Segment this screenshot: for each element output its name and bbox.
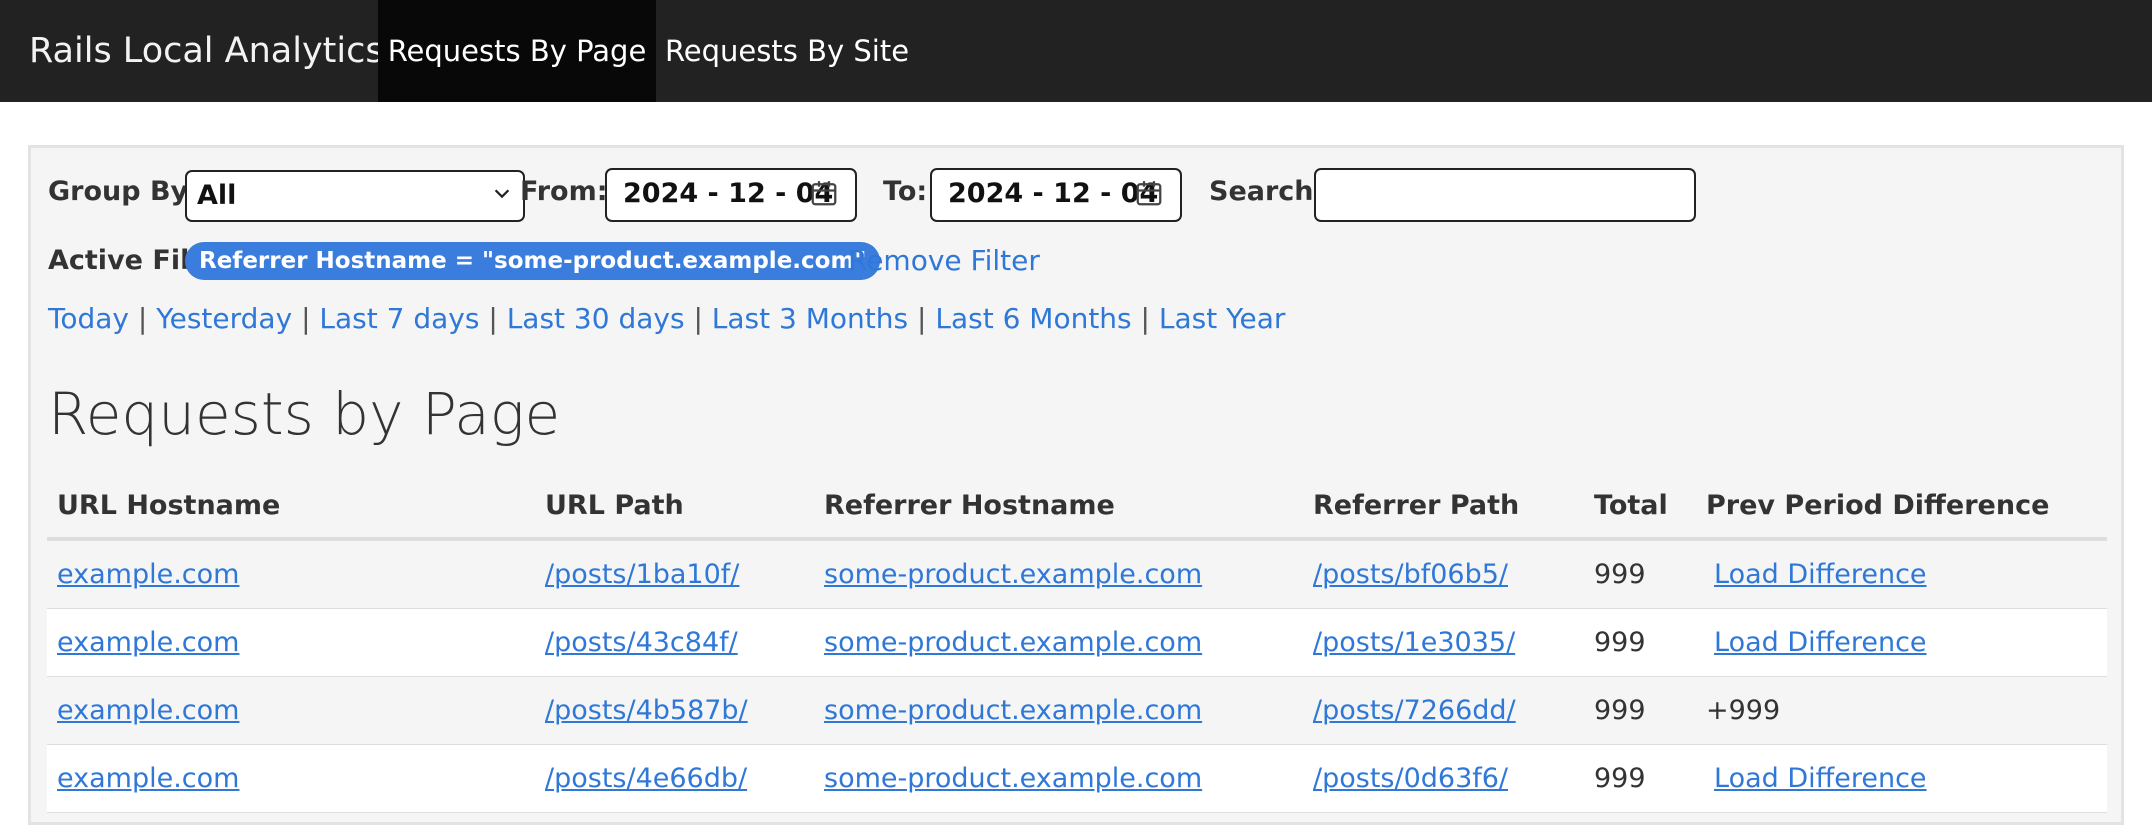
group-by-value: All xyxy=(197,180,237,211)
search-label: Search: xyxy=(1209,176,1325,207)
load-difference-link[interactable]: Load Difference xyxy=(1706,627,1927,658)
column-header: Referrer Path xyxy=(1303,473,1584,541)
range-today[interactable]: Today xyxy=(48,302,129,335)
separator: | xyxy=(917,302,927,335)
range-last-7-days[interactable]: Last 7 days xyxy=(319,302,479,335)
column-header: URL Path xyxy=(535,473,814,541)
brand-link[interactable]: Rails Local Analytics xyxy=(29,0,384,102)
url-path-link[interactable]: /posts/4b587b/ xyxy=(545,695,748,726)
load-difference-link[interactable]: Load Difference xyxy=(1706,763,1927,794)
referrer-hostname-link[interactable]: some-product.example.com xyxy=(824,627,1202,658)
search-input[interactable] xyxy=(1314,168,1696,222)
url-path-link[interactable]: /posts/4e66db/ xyxy=(545,763,747,794)
separator: | xyxy=(693,302,703,335)
remove-filter-link[interactable]: Remove Filter xyxy=(848,244,1040,277)
range-last-3-months[interactable]: Last 3 Months xyxy=(712,302,908,335)
from-date-value: 2024 - 12 - 04 xyxy=(623,178,834,209)
to-date-value: 2024 - 12 - 04 xyxy=(948,178,1159,209)
table-row: example.com /posts/4e66db/ some-product.… xyxy=(47,744,2107,813)
separator: | xyxy=(301,302,311,335)
from-label: From: xyxy=(520,176,608,207)
group-by-select[interactable]: All xyxy=(185,170,525,222)
referrer-path-link[interactable]: /posts/0d63f6/ xyxy=(1313,763,1508,794)
table-header-row: URL Hostname URL Path Referrer Hostname … xyxy=(47,473,2107,541)
difference-value: +999 xyxy=(1696,676,2107,745)
column-header: Total xyxy=(1584,473,1696,541)
range-yesterday[interactable]: Yesterday xyxy=(156,302,292,335)
referrer-path-link[interactable]: /posts/bf06b5/ xyxy=(1313,559,1508,590)
referrer-path-link[interactable]: /posts/1e3035/ xyxy=(1313,627,1515,658)
url-hostname-link[interactable]: example.com xyxy=(57,695,239,726)
url-hostname-link[interactable]: example.com xyxy=(57,627,239,658)
referrer-hostname-link[interactable]: some-product.example.com xyxy=(824,695,1202,726)
to-label: To: xyxy=(883,176,928,207)
group-by-label: Group By: xyxy=(48,176,199,207)
active-filter-badge: Referrer Hostname = "some-product.exampl… xyxy=(185,242,881,280)
to-date-input[interactable]: 2024 - 12 - 04 xyxy=(930,168,1182,222)
total-cell: 999 xyxy=(1584,676,1696,745)
url-path-link[interactable]: /posts/1ba10f/ xyxy=(545,559,739,590)
page-title: Requests by Page xyxy=(48,380,561,448)
quick-range-links: Today | Yesterday | Last 7 days | Last 3… xyxy=(48,302,1285,335)
url-path-link[interactable]: /posts/43c84f/ xyxy=(545,627,738,658)
table-row: example.com /posts/43c84f/ some-product.… xyxy=(47,608,2107,677)
table-row: example.com /posts/4b587b/ some-product.… xyxy=(47,676,2107,745)
calendar-icon[interactable] xyxy=(809,178,839,208)
url-hostname-link[interactable]: example.com xyxy=(57,559,239,590)
calendar-icon[interactable] xyxy=(1134,178,1164,208)
total-cell: 999 xyxy=(1584,744,1696,813)
separator: | xyxy=(1140,302,1150,335)
requests-table: URL Hostname URL Path Referrer Hostname … xyxy=(47,473,2107,813)
referrer-path-link[interactable]: /posts/7266dd/ xyxy=(1313,695,1516,726)
total-cell: 999 xyxy=(1584,539,1696,609)
separator: | xyxy=(488,302,498,335)
nav-requests-by-page[interactable]: Requests By Page xyxy=(378,0,656,102)
range-last-year[interactable]: Last Year xyxy=(1159,302,1286,335)
column-header: Prev Period Difference xyxy=(1696,473,2107,541)
total-cell: 999 xyxy=(1584,608,1696,677)
load-difference-link[interactable]: Load Difference xyxy=(1706,559,1927,590)
referrer-hostname-link[interactable]: some-product.example.com xyxy=(824,559,1202,590)
url-hostname-link[interactable]: example.com xyxy=(57,763,239,794)
table-row: example.com /posts/1ba10f/ some-product.… xyxy=(47,539,2107,609)
column-header: URL Hostname xyxy=(47,473,535,541)
range-last-30-days[interactable]: Last 30 days xyxy=(507,302,685,335)
nav-requests-by-site[interactable]: Requests By Site xyxy=(664,0,910,102)
referrer-hostname-link[interactable]: some-product.example.com xyxy=(824,763,1202,794)
filter-panel: Group By: All From: 2024 - 12 - 04 To: 2… xyxy=(28,145,2124,825)
chevron-down-icon xyxy=(494,189,510,199)
column-header: Referrer Hostname xyxy=(814,473,1303,541)
range-last-6-months[interactable]: Last 6 Months xyxy=(935,302,1131,335)
from-date-input[interactable]: 2024 - 12 - 04 xyxy=(605,168,857,222)
separator: | xyxy=(137,302,148,335)
navbar: Rails Local Analytics Requests By Page R… xyxy=(0,0,2152,102)
